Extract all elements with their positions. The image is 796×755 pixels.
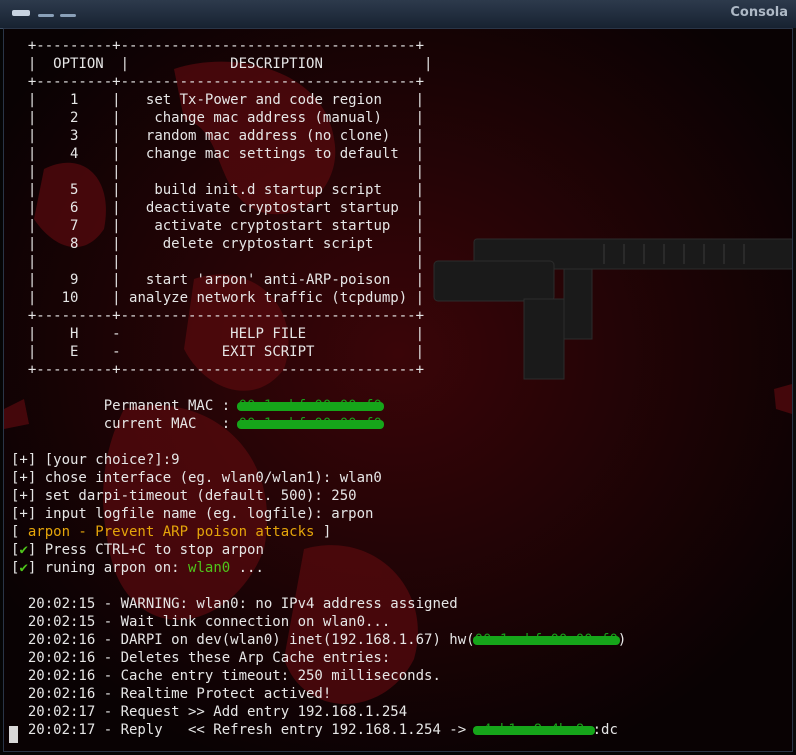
window-title: Consola [730, 5, 788, 20]
terminal-window: Consola +---------+---------------------… [0, 0, 796, 755]
terminal-cursor [9, 726, 18, 743]
title-bar: Consola [0, 0, 796, 29]
arpon-banner: [ arpon - Prevent ARP poison attacks ] [11, 524, 332, 540]
menu-extra-item: | E - EXIT SCRIPT | [11, 344, 425, 360]
menu-spacer: | | | [11, 254, 425, 270]
menu-border-mid: +---------+-----------------------------… [27, 308, 425, 324]
menu-item: | 5 | build init.d startup script | [11, 182, 425, 198]
maximize-button[interactable] [60, 14, 76, 17]
log-line: 20:02:15 - Wait link connection on wlan0… [27, 614, 391, 630]
log-line: 20:02:16 - Realtime Protect actived! [27, 686, 332, 702]
menu-item: | 10 | analyze network traffic (tcpdump)… [11, 290, 425, 306]
terminal-area[interactable]: +---------+-----------------------------… [3, 28, 793, 752]
menu-item: | 6 | deactivate cryptostart startup | [11, 200, 425, 216]
prompt-timeout: [+] set darpi-timeout (default. 500): 25… [11, 488, 357, 504]
current-mac-line: current MAC : 00:1c:bf:00:00:f0 [103, 416, 382, 432]
menu-header: | OPTION | DESCRIPTION | [11, 56, 433, 72]
hw-address-value: 00:1c:bf:00:00:f0 [474, 632, 618, 648]
check-icon: ✔ [19, 542, 28, 558]
permanent-mac-line: Permanent MAC : 00:1c:bf:00:00:f0 [103, 398, 382, 414]
menu-border-bottom: +---------+-----------------------------… [27, 362, 425, 378]
prompt-logfile: [+] input logfile name (eg. logfile): ar… [11, 506, 374, 522]
minimize-button[interactable] [38, 14, 54, 17]
close-button[interactable] [12, 10, 30, 16]
menu-extra-item: | H - HELP FILE | [11, 326, 425, 342]
menu-item: | 4 | change mac settings to default | [11, 146, 425, 162]
log-line: 20:02:17 - Request >> Add entry 192.168.… [27, 704, 408, 720]
menu-item: | 7 | activate cryptostart startup | [11, 218, 425, 234]
permanent-mac-value: 00:1c:bf:00:00:f0 [238, 398, 382, 414]
menu-border-header: +---------+-----------------------------… [27, 74, 425, 90]
ctrl-c-line: [✔] Press CTRL+C to stop arpon [11, 542, 264, 558]
check-icon: ✔ [19, 560, 28, 576]
log-line: 20:02:16 - Deletes these Arp Cache entri… [27, 650, 391, 666]
log-line: 20:02:17 - Reply << Refresh entry 192.16… [27, 722, 618, 738]
log-line: 20:02:16 - Cache entry timeout: 250 mill… [27, 668, 441, 684]
running-line: [✔] runing arpon on: wlan0 ... [11, 560, 264, 576]
menu-item: | 8 | delete cryptostart script | [11, 236, 425, 252]
prompt-interface: [+] chose interface (eg. wlan0/wlan1): w… [11, 470, 382, 486]
log-line: 20:02:15 - WARNING: wlan0: no IPv4 addre… [27, 596, 458, 612]
menu-border-top: +---------+-----------------------------… [27, 38, 425, 54]
log-line: 20:02:16 - DARPI on dev(wlan0) inet(192.… [27, 632, 627, 648]
current-mac-value: 00:1c:bf:00:00:f0 [238, 416, 382, 432]
reply-mac-value: e4:b1:a8:4b:8e [474, 722, 593, 738]
menu-spacer: | | | [11, 164, 425, 180]
menu-item: | 1 | set Tx-Power and code region | [11, 92, 425, 108]
menu-item: | 2 | change mac address (manual) | [11, 110, 425, 126]
menu-item: | 9 | start 'arpon' anti-ARP-poison | [11, 272, 425, 288]
menu-item: | 3 | random mac address (no clone) | [11, 128, 425, 144]
prompt-choice: [+] [your choice?]:9 [11, 452, 180, 468]
